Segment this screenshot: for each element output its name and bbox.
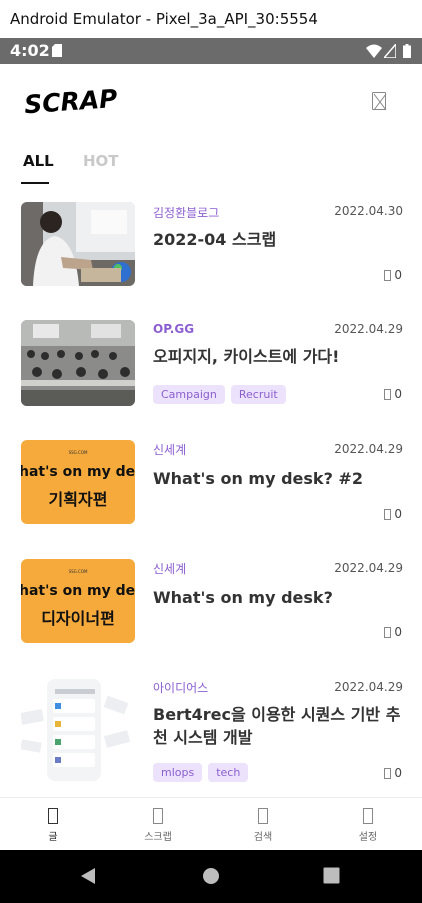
like-count-value: 0 [394, 625, 402, 639]
post-source[interactable]: 신세계 [153, 441, 186, 458]
thumbnail-caption: SSG.COM [68, 450, 88, 455]
tag-list: Campaign Recruit [153, 385, 286, 404]
post-title[interactable]: 2022-04 스크랩 [153, 228, 403, 251]
post-source[interactable]: 아이디어스 [153, 679, 208, 696]
like-count[interactable]: 0 [384, 766, 402, 780]
like-count[interactable]: 0 [384, 625, 402, 639]
wifi-icon [366, 44, 382, 58]
scrap-logo[interactable]: SCRAP [22, 82, 122, 116]
nav-posts[interactable]: 글 [23, 808, 83, 843]
like-count[interactable]: 0 [384, 507, 402, 521]
like-count-value: 0 [394, 387, 402, 401]
bottom-nav: 글 스크랩 검색 설정 [0, 797, 422, 850]
thumbnail-text: 기획자편 [48, 490, 108, 509]
post-thumbnail: SSG.COM hat's on my des 디자이너편 [21, 559, 135, 643]
nav-label: 검색 [253, 832, 273, 843]
post-title[interactable]: What's on my desk? [153, 586, 403, 609]
post-item[interactable]: OP.GG 2022.04.29 오피지지, 카이스트에 가다! Campaig… [0, 320, 422, 420]
home-icon[interactable] [202, 867, 220, 885]
post-thumbnail [21, 677, 135, 783]
thumbnail-text: 디자이너편 [41, 609, 115, 628]
post-item[interactable]: 김정환블로그 2022.04.30 2022-04 스크랩 0 [0, 202, 422, 302]
system-nav-bar [0, 850, 422, 903]
nav-label: 스크랩 [144, 832, 172, 843]
heart-icon [384, 269, 392, 281]
post-item[interactable]: 아이디어스 2022.04.29 Bert4rec을 이용한 시퀀스 기반 추천… [0, 677, 422, 792]
post-source[interactable]: 신세계 [153, 560, 186, 577]
like-count-value: 0 [394, 268, 402, 282]
post-item[interactable]: SSG.COM hat's on my des 디자이너편 신세계 2022.0… [0, 558, 422, 658]
like-count[interactable]: 0 [384, 387, 402, 401]
post-source[interactable]: 김정환블로그 [153, 204, 219, 221]
status-bar: 4:02 [0, 38, 422, 64]
heart-icon [384, 508, 392, 520]
post-source[interactable]: OP.GG [153, 322, 194, 336]
tab-all[interactable]: ALL [23, 152, 54, 170]
post-date: 2022.04.29 [334, 442, 403, 456]
like-count[interactable]: 0 [384, 268, 402, 282]
thumbnail-text: hat's on my des [21, 583, 135, 599]
like-count-value: 0 [394, 766, 402, 780]
menu-icon[interactable] [372, 92, 387, 111]
gear-icon [363, 808, 373, 824]
tab-indicator [21, 182, 49, 184]
post-item[interactable]: SSG.COM hat's on my des 기획자편 신세계 2022.04… [0, 439, 422, 539]
post-date: 2022.04.29 [334, 680, 403, 694]
nav-search[interactable]: 검색 [233, 808, 293, 843]
status-time: 4:02 [10, 41, 50, 60]
thumbnail-text: hat's on my des [21, 464, 135, 480]
tag-chip[interactable]: tech [208, 763, 249, 782]
like-count-value: 0 [394, 507, 402, 521]
post-thumbnail: SSG.COM hat's on my des 기획자편 [21, 440, 135, 524]
post-title[interactable]: Bert4rec을 이용한 시퀀스 기반 추천 시스템 개발 [153, 703, 403, 749]
post-date: 2022.04.29 [334, 322, 403, 336]
post-title[interactable]: 오피지지, 카이스트에 가다! [153, 345, 403, 368]
post-title[interactable]: What's on my desk? #2 [153, 467, 403, 490]
posts-icon [48, 808, 58, 824]
post-thumbnail [21, 202, 135, 286]
post-thumbnail [21, 320, 135, 406]
window-title: Android Emulator - Pixel_3a_API_30:5554 [0, 0, 422, 38]
recents-icon[interactable] [323, 867, 340, 884]
svg-text:SCRAP: SCRAP [23, 84, 118, 116]
tab-hot[interactable]: HOT [83, 152, 119, 170]
search-icon [258, 808, 268, 824]
nav-settings[interactable]: 설정 [338, 808, 398, 843]
tag-chip[interactable]: Campaign [153, 385, 225, 404]
tag-chip[interactable]: mlops [153, 763, 203, 782]
heart-icon [384, 388, 392, 400]
app-header: SCRAP [0, 64, 422, 138]
nav-scrap[interactable]: 스크랩 [128, 808, 188, 843]
tag-list: mlops tech [153, 763, 249, 782]
nav-label: 설정 [358, 832, 378, 843]
tab-bar: ALL HOT [0, 138, 422, 186]
signal-icon [384, 44, 396, 58]
heart-icon [384, 767, 392, 779]
heart-icon [384, 626, 392, 638]
back-icon[interactable] [80, 867, 96, 885]
battery-icon [403, 44, 411, 58]
thumbnail-caption: SSG.COM [68, 569, 88, 574]
nav-label: 글 [48, 832, 58, 843]
scrap-icon [153, 808, 163, 824]
post-date: 2022.04.30 [334, 204, 403, 218]
post-date: 2022.04.29 [334, 561, 403, 575]
tag-chip[interactable]: Recruit [230, 385, 286, 404]
sd-card-icon [52, 44, 62, 57]
app-frame: Android Emulator - Pixel_3a_API_30:5554 … [0, 0, 422, 903]
